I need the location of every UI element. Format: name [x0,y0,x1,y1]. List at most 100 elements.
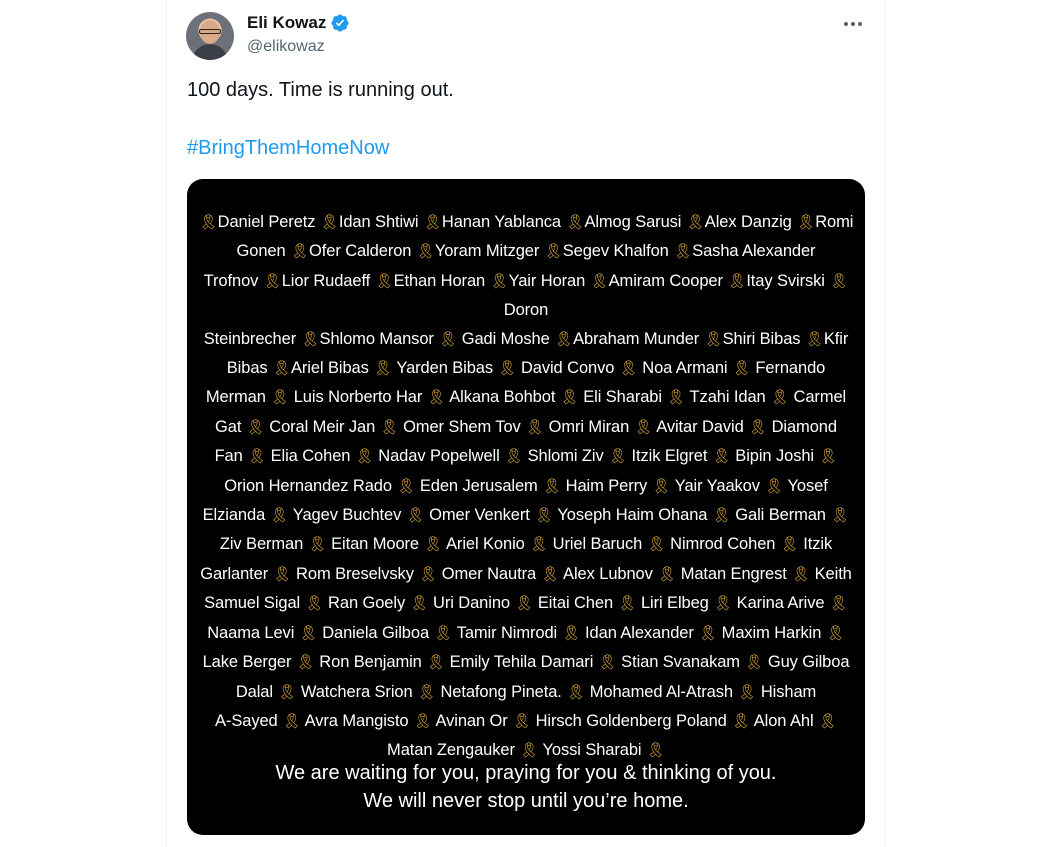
yellow-ribbon-icon: 🎗 [737,683,757,701]
avatar[interactable] [186,12,234,60]
names-line: 🎗Daniel Peretz 🎗Idan Shtiwi 🎗Hanan Yabla… [198,213,854,231]
yellow-ribbon-icon: 🎗 [748,418,768,436]
yellow-ribbon-icon: 🎗 [791,565,811,583]
yellow-ribbon-icon: 🎗 [589,272,609,290]
names-line: Lake Berger 🎗 Ron Benjamin 🎗 Emily Tehil… [202,653,850,672]
yellow-ribbon-icon: 🎗 [412,712,432,730]
yellow-ribbon-icon: 🎗 [272,565,292,583]
yellow-ribbon-icon: 🎗 [379,418,399,436]
yellow-ribbon-icon: 🎗 [542,477,562,495]
yellow-ribbon-icon: 🎗 [354,448,374,466]
tweet-image[interactable]: 🎗Daniel Peretz 🎗Idan Shtiwi 🎗Hanan Yabla… [187,179,865,835]
yellow-ribbon-icon: 🎗 [489,272,509,290]
message-line-1: We are waiting for you, praying for you … [275,762,777,784]
yellow-ribbon-icon: 🎗 [633,418,653,436]
yellow-ribbon-icon: 🎗 [711,448,731,466]
yellow-ribbon-icon: 🎗 [731,712,751,730]
names-line: Fan 🎗 Elia Cohen 🎗 Nadav Popelwell 🎗 Shl… [214,447,838,466]
image-message: We are waiting for you, praying for you … [187,759,865,815]
names-line: Elzianda 🎗 Yagev Buchtev 🎗 Omer Venkert … [202,506,850,525]
yellow-ribbon-icon: 🎗 [497,360,517,378]
yellow-ribbon-icon: 🎗 [304,595,324,613]
hostage-names-list: 🎗Daniel Peretz 🎗Idan Shtiwi 🎗Hanan Yabla… [193,208,859,766]
yellow-ribbon-icon: 🎗 [540,565,560,583]
more-options-icon[interactable] [842,14,864,34]
yellow-ribbon-icon: 🎗 [698,624,718,642]
yellow-ribbon-icon: 🎗 [645,742,665,760]
yellow-ribbon-icon: 🎗 [727,272,747,290]
yellow-ribbon-icon: 🎗 [534,507,554,525]
yellow-ribbon-icon: 🎗 [300,330,320,348]
author-name[interactable]: Eli Kowaz [247,13,326,33]
names-line: Gonen 🎗Ofer Calderon 🎗Yoram Mitzger 🎗Seg… [236,242,816,261]
yellow-ribbon-icon: 🎗 [711,507,731,525]
yellow-ribbon-icon: 🎗 [770,389,790,407]
avatar-shirt [192,44,228,60]
yellow-ribbon-icon: 🎗 [646,536,666,554]
yellow-ribbon-icon: 🎗 [298,624,318,642]
names-line: A-Sayed 🎗 Avra Mangisto 🎗 Avinan Or 🎗 Hi… [215,711,837,730]
yellow-ribbon-icon: 🎗 [666,389,686,407]
names-line: Garlanter 🎗 Rom Breselvsky 🎗 Omer Nautra… [200,564,852,583]
yellow-ribbon-icon: 🎗 [262,272,282,290]
names-line: Ziv Berman 🎗 Eitan Moore 🎗 Ariel Konio 🎗… [219,535,833,554]
yellow-ribbon-icon: 🎗 [561,624,581,642]
yellow-ribbon-icon: 🎗 [673,243,693,261]
yellow-ribbon-icon: 🎗 [415,243,435,261]
yellow-ribbon-icon: 🎗 [373,360,393,378]
names-line: Samuel Sigal 🎗 Ran Goely 🎗 Uri Danino 🎗 … [204,594,848,613]
names-line: Bibas 🎗Ariel Bibas 🎗 Yarden Bibas 🎗 Davi… [226,359,826,378]
yellow-ribbon-icon: 🎗 [512,712,532,730]
yellow-ribbon-icon: 🎗 [597,654,617,672]
hashtag-link[interactable]: #BringThemHomeNow [187,137,389,160]
yellow-ribbon-icon: 🎗 [422,214,442,231]
yellow-ribbon-icon: 🎗 [269,507,289,525]
yellow-ribbon-icon: 🎗 [825,624,845,642]
yellow-ribbon-icon: 🎗 [703,330,723,348]
yellow-ribbon-icon: 🎗 [245,418,265,436]
yellow-ribbon-icon: 🎗 [433,624,453,642]
yellow-ribbon-icon: 🎗 [731,360,751,378]
yellow-ribbon-icon: 🎗 [423,536,443,554]
yellow-ribbon-icon: 🎗 [270,389,290,407]
verified-badge-icon[interactable] [330,13,350,33]
yellow-ribbon-icon: 🎗 [618,360,638,378]
yellow-ribbon-icon: 🎗 [744,654,764,672]
yellow-ribbon-icon: 🎗 [417,683,436,701]
yellow-ribbon-icon: 🎗 [796,214,816,231]
names-line: Gat 🎗 Coral Meir Jan 🎗 Omer Shem Tov 🎗 O… [215,417,837,436]
yellow-ribbon-icon: 🎗 [519,742,539,760]
yellow-ribbon-icon: 🎗 [566,683,586,701]
names-line: Trofnov 🎗Lior Rudaeff 🎗Ethan Horan 🎗Yair… [203,271,849,320]
yellow-ribbon-icon: 🎗 [405,507,425,525]
yellow-ribbon-icon: 🎗 [608,448,628,466]
yellow-ribbon-icon: 🎗 [514,595,534,613]
yellow-ribbon-icon: 🎗 [764,477,784,495]
yellow-ribbon-icon: 🎗 [426,389,446,407]
yellow-ribbon-icon: 🎗 [657,565,677,583]
yellow-ribbon-icon: 🎗 [829,272,849,290]
yellow-ribbon-icon: 🎗 [198,214,218,231]
yellow-ribbon-icon: 🎗 [504,448,524,466]
tweet: Eli Kowaz @elikowaz 100 days. Time is ru… [167,0,884,847]
yellow-ribbon-icon: 🎗 [374,272,394,290]
names-line: Merman 🎗 Luis Norberto Har 🎗 Alkana Bohb… [205,388,847,407]
yellow-ribbon-icon: 🎗 [804,330,824,348]
yellow-ribbon-icon: 🎗 [713,595,733,613]
yellow-ribbon-icon: 🎗 [828,595,848,613]
yellow-ribbon-icon: 🎗 [651,477,671,495]
yellow-ribbon-icon: 🎗 [685,214,705,231]
yellow-ribbon-icon: 🎗 [543,243,563,261]
yellow-ribbon-icon: 🎗 [617,595,637,613]
yellow-ribbon-icon: 🎗 [418,565,438,583]
names-line: Dalal 🎗 Watchera Srion 🎗 Netafong Pineta… [235,682,817,701]
names-line: Orion Hernandez Rado 🎗 Eden Jerusalem 🎗 … [224,476,828,495]
yellow-ribbon-icon: 🎗 [559,389,579,407]
message-line-2: We will never stop until you’re home. [363,790,689,812]
author-handle[interactable]: @elikowaz [247,38,325,56]
yellow-ribbon-icon: 🎗 [565,214,585,231]
yellow-ribbon-icon: 🎗 [277,683,297,701]
yellow-ribbon-icon: 🎗 [307,536,327,554]
yellow-ribbon-icon: 🎗 [272,360,291,378]
yellow-ribbon-icon: 🎗 [319,214,339,231]
